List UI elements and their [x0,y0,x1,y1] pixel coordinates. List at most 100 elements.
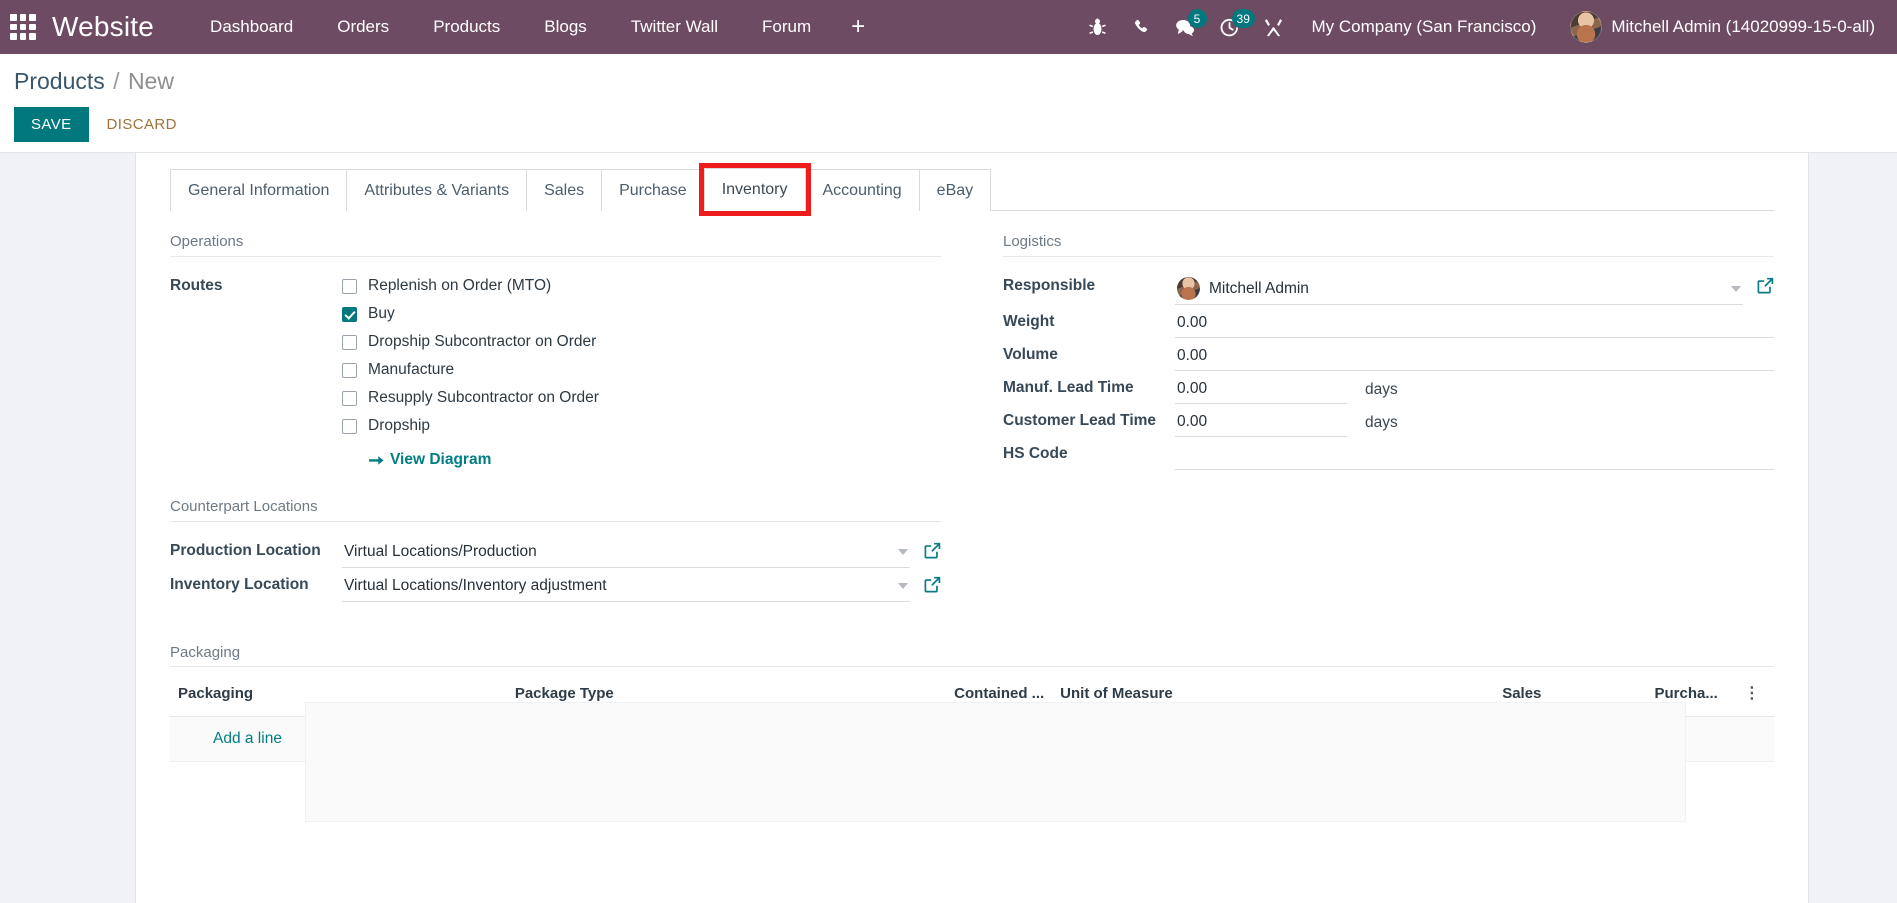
debug-bug-icon[interactable] [1076,7,1120,47]
phone-icon[interactable] [1120,7,1164,47]
route-resupply-subcontractor-on-order-checkbox[interactable] [342,390,357,406]
manuf-lead-time-value: 0.00 days [1175,371,1774,404]
inventory-location-value: Virtual Locations/Inventory adjustment [342,568,941,602]
routes-field-row: Routes Replenish on Order (MTO) Buy Drop… [170,269,941,472]
route-dropship-subcontractor-on-order-row[interactable]: Dropship Subcontractor on Order [342,333,941,351]
hs-code-input[interactable] [1175,443,1774,470]
weight-value: 0.00 [1175,305,1774,338]
menu-item-orders[interactable]: Orders [315,9,411,45]
vertical-dots-icon[interactable]: ⋮ [1744,685,1760,701]
main-menu: Dashboard Orders Products Blogs Twitter … [188,9,883,45]
inventory-location-field-row: Inventory Location Virtual Locations/Inv… [170,568,941,602]
chevron-down-icon[interactable] [898,583,908,589]
menu-item-twitter-wall[interactable]: Twitter Wall [609,9,740,45]
volume-field-row: Volume 0.00 [1003,338,1774,371]
view-diagram-label: View Diagram [390,451,492,468]
user-menu[interactable]: Mitchell Admin (14020999-15-0-all) [1552,7,1879,47]
routes-label: Routes [170,277,223,294]
right-column: Logistics Responsible Mitchell Admin Wei… [1003,233,1774,602]
route-dropship-subcontractor-on-order-label: Dropship Subcontractor on Order [368,333,597,350]
route-resupply-subcontractor-on-order-label: Resupply Subcontractor on Order [368,389,599,406]
route-resupply-subcontractor-on-order-row[interactable]: Resupply Subcontractor on Order [342,389,941,407]
tab-sales[interactable]: Sales [526,169,603,211]
systray: 5 39 My Company (San Francisco) Mitchell… [1076,7,1879,47]
developer-tools-icon[interactable] [1252,7,1296,47]
production-location-value: Virtual Locations/Production [342,534,941,568]
responsible-m2o: Mitchell Admin [1175,275,1774,305]
volume-input[interactable]: 0.00 [1175,344,1774,371]
weight-field-row: Weight 0.00 [1003,305,1774,338]
apps-grid-icon[interactable] [10,14,36,40]
messages-icon[interactable]: 5 [1164,7,1208,47]
responsible-field-row: Responsible Mitchell Admin [1003,269,1774,305]
breadcrumb-item-products[interactable]: Products [14,68,105,94]
menu-item-forum[interactable]: Forum [740,9,833,45]
add-a-line-button[interactable]: Add a line [178,730,282,747]
production-location-text: Virtual Locations/Production [344,543,537,560]
customer-lead-time-label: Customer Lead Time [1003,412,1157,429]
inventory-columns: Operations Routes Replenish on Order (MT… [170,233,1774,602]
route-manufacture-row[interactable]: Manufacture [342,361,941,379]
tab-purchase[interactable]: Purchase [601,169,705,211]
avatar [1570,11,1603,43]
menu-item-blogs[interactable]: Blogs [522,9,609,45]
operations-group-title: Operations [170,233,941,257]
product-form-sheet: General Information Attributes & Variant… [135,153,1809,822]
route-dropship-subcontractor-on-order-checkbox[interactable] [342,334,357,350]
app-brand-website[interactable]: Website [52,11,154,43]
notebook-tabs: General Information Attributes & Variant… [170,163,1774,216]
chevron-down-icon[interactable] [898,549,908,555]
manuf-lead-time-field-row: Manuf. Lead Time 0.00 days [1003,371,1774,404]
route-manufacture-checkbox[interactable] [342,362,357,378]
production-location-label: Production Location [170,541,321,559]
chevron-down-icon[interactable] [1731,285,1741,292]
customer-lead-time-input[interactable]: 0.00 [1175,410,1347,437]
discard-button[interactable]: DISCARD [93,107,191,142]
production-location-external-link-icon[interactable] [924,540,941,564]
tab-general-information[interactable]: General Information [170,169,348,211]
responsible-input[interactable]: Mitchell Admin [1175,275,1743,305]
main-content-area: General Information Attributes & Variant… [0,153,1897,903]
inventory-tab-panel: Operations Routes Replenish on Order (MT… [170,211,1774,822]
hs-code-value [1175,437,1774,470]
company-switcher[interactable]: My Company (San Francisco) [1296,11,1553,43]
route-dropship-label: Dropship [368,417,431,434]
packaging-group-title: Packaging [170,644,1774,667]
tab-inventory[interactable]: Inventory [703,168,806,211]
optional-columns-dropdown[interactable]: ⋮ [1725,666,1774,717]
menu-item-products[interactable]: Products [411,9,522,45]
add-menu-plus-icon[interactable]: + [833,11,883,43]
activities-clock-icon[interactable]: 39 [1208,7,1255,47]
counterpart-locations-group-title: Counterpart Locations [170,498,941,522]
chatter-placeholder-panel [305,701,1686,822]
route-dropship-checkbox[interactable] [342,418,357,434]
route-dropship-row[interactable]: Dropship [342,417,941,435]
counterpart-locations-group: Counterpart Locations Production Locatio… [170,498,941,602]
inventory-location-external-link-icon[interactable] [924,574,941,598]
tab-ebay[interactable]: eBay [918,169,992,211]
inventory-location-input[interactable]: Virtual Locations/Inventory adjustment [342,574,910,602]
weight-input[interactable]: 0.00 [1175,311,1774,338]
weight-label: Weight [1003,313,1055,330]
save-button[interactable]: SAVE [14,107,89,142]
production-location-m2o: Virtual Locations/Production [342,540,941,568]
production-location-input[interactable]: Virtual Locations/Production [342,540,910,568]
route-buy-row[interactable]: Buy [342,305,941,323]
control-panel: Products / New SAVE DISCARD [0,54,1897,153]
inventory-location-label: Inventory Location [170,575,309,593]
route-buy-label: Buy [368,305,395,322]
top-navbar: Website Dashboard Orders Products Blogs … [0,0,1897,54]
responsible-value: Mitchell Admin [1175,269,1774,305]
breadcrumb-item-new: New [127,68,174,94]
customer-lead-time-unit: days [1365,414,1398,431]
route-replenish-on-order-checkbox[interactable] [342,278,357,294]
responsible-external-link-icon[interactable] [1757,275,1774,299]
route-buy-checkbox[interactable] [342,306,357,322]
production-location-field-row: Production Location Virtual Locations/Pr… [170,534,941,568]
tab-accounting[interactable]: Accounting [804,169,920,211]
route-replenish-on-order-row[interactable]: Replenish on Order (MTO) [342,277,941,295]
manuf-lead-time-input[interactable]: 0.00 [1175,377,1347,404]
menu-item-dashboard[interactable]: Dashboard [188,9,315,45]
tab-attributes-variants[interactable]: Attributes & Variants [346,169,528,211]
view-diagram-button[interactable]: View Diagram [369,451,491,469]
